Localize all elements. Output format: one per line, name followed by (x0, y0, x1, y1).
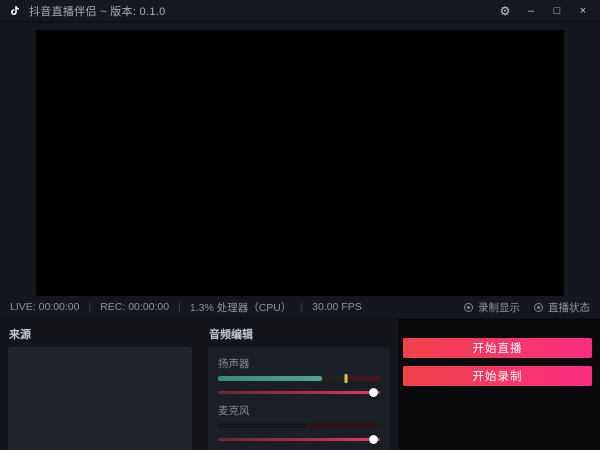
bottom-section: 来源 + 添加内容 音频编辑 扬声器 麦克风 (0, 318, 600, 450)
mic-label: 麦克风 (218, 403, 380, 418)
sources-panel: 来源 + 添加内容 (0, 319, 200, 450)
actions-panel: 开始直播 开始录制 (398, 319, 600, 450)
speaker-slider-track (218, 391, 380, 394)
fps-value: 30.00 FPS (312, 301, 362, 313)
window-controls: ⚙ – □ × (494, 2, 594, 20)
start-record-button[interactable]: 开始录制 (403, 366, 592, 386)
speaker-volume-slider[interactable] (218, 388, 380, 397)
mic-volume-slider[interactable] (218, 435, 380, 444)
rec-timer: REC: 00:00:00 (100, 301, 169, 313)
live-timer: LIVE: 00:00:00 (10, 301, 79, 313)
speaker-label: 扬声器 (218, 356, 380, 371)
speaker-meter-marker[interactable] (344, 374, 347, 383)
status-bar: LIVE: 00:00:00 | REC: 00:00:00 | 1.3% 处理… (0, 296, 600, 318)
live-status-indicator-icon (534, 303, 543, 312)
recording-display-label: 录制显示 (478, 300, 520, 315)
speaker-volume-meter (218, 376, 380, 381)
status-indicators: 录制显示 直播状态 (464, 300, 590, 315)
speaker-meter-fill (218, 376, 322, 381)
start-live-button[interactable]: 开始直播 (403, 338, 592, 358)
mic-slider-knob[interactable] (369, 435, 378, 444)
preview-canvas[interactable] (36, 30, 564, 296)
tiktok-logo-icon (8, 4, 22, 18)
close-button[interactable]: × (572, 2, 594, 20)
live-status-label: 直播状态 (548, 300, 590, 315)
titlebar: 抖音直播伴侣 ~ 版本: 0.1.0 ⚙ – □ × (0, 0, 600, 22)
sources-list[interactable] (8, 347, 192, 450)
recording-display-indicator-icon (464, 303, 473, 312)
live-status-indicator[interactable]: 直播状态 (534, 300, 590, 315)
recording-display-indicator[interactable]: 录制显示 (464, 300, 520, 315)
cpu-usage: 1.3% 处理器（CPU） (190, 300, 292, 315)
mic-volume-meter (218, 423, 380, 428)
audio-panel: 音频编辑 扬声器 麦克风 (200, 319, 398, 450)
separator: | (300, 301, 303, 313)
settings-gear-icon[interactable]: ⚙ (494, 2, 516, 20)
audio-controls: 扬声器 麦克风 (208, 347, 390, 450)
speaker-slider-knob[interactable] (369, 388, 378, 397)
separator: | (88, 301, 91, 313)
mic-slider-track (218, 438, 380, 441)
status-metrics: LIVE: 00:00:00 | REC: 00:00:00 | 1.3% 处理… (10, 300, 362, 315)
main-content: LIVE: 00:00:00 | REC: 00:00:00 | 1.3% 处理… (0, 22, 600, 318)
separator: | (178, 301, 181, 313)
minimize-button[interactable]: – (520, 2, 542, 20)
maximize-button[interactable]: □ (546, 2, 568, 20)
window-title: 抖音直播伴侣 ~ 版本: 0.1.0 (29, 3, 166, 19)
app-window: 抖音直播伴侣 ~ 版本: 0.1.0 ⚙ – □ × LIVE: 00:00:0… (0, 0, 600, 450)
audio-panel-title: 音频编辑 (208, 323, 390, 347)
sources-panel-title: 来源 (8, 323, 192, 347)
